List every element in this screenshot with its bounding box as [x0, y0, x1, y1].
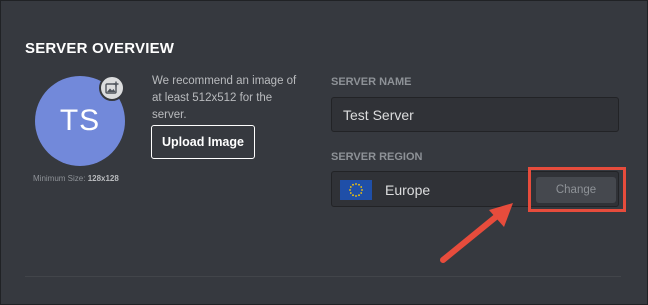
annotation-highlight-box	[528, 167, 626, 212]
server-region-label: SERVER REGION	[331, 151, 423, 163]
arrow-pointer-icon	[440, 203, 513, 263]
minimum-size-note: Minimum Size: 128x128	[33, 174, 119, 183]
avatar-initials: TS	[59, 104, 101, 137]
min-size-value: 128x128	[87, 174, 119, 183]
eu-flag-icon	[340, 180, 372, 200]
server-name-input[interactable]	[331, 97, 619, 132]
server-region-value: Europe	[385, 182, 431, 198]
server-name-label: SERVER NAME	[331, 76, 412, 88]
section-title: SERVER OVERVIEW	[25, 40, 175, 57]
image-plus-icon[interactable]	[99, 75, 125, 101]
section-divider	[25, 276, 621, 277]
min-size-label: Minimum Size:	[33, 174, 86, 183]
upload-image-button[interactable]: Upload Image	[151, 125, 255, 159]
server-settings-panel: SERVER OVERVIEW TS Minimum Size: 128x128…	[0, 0, 648, 305]
image-recommendation-text: We recommend an image of at least 512x51…	[152, 75, 297, 121]
